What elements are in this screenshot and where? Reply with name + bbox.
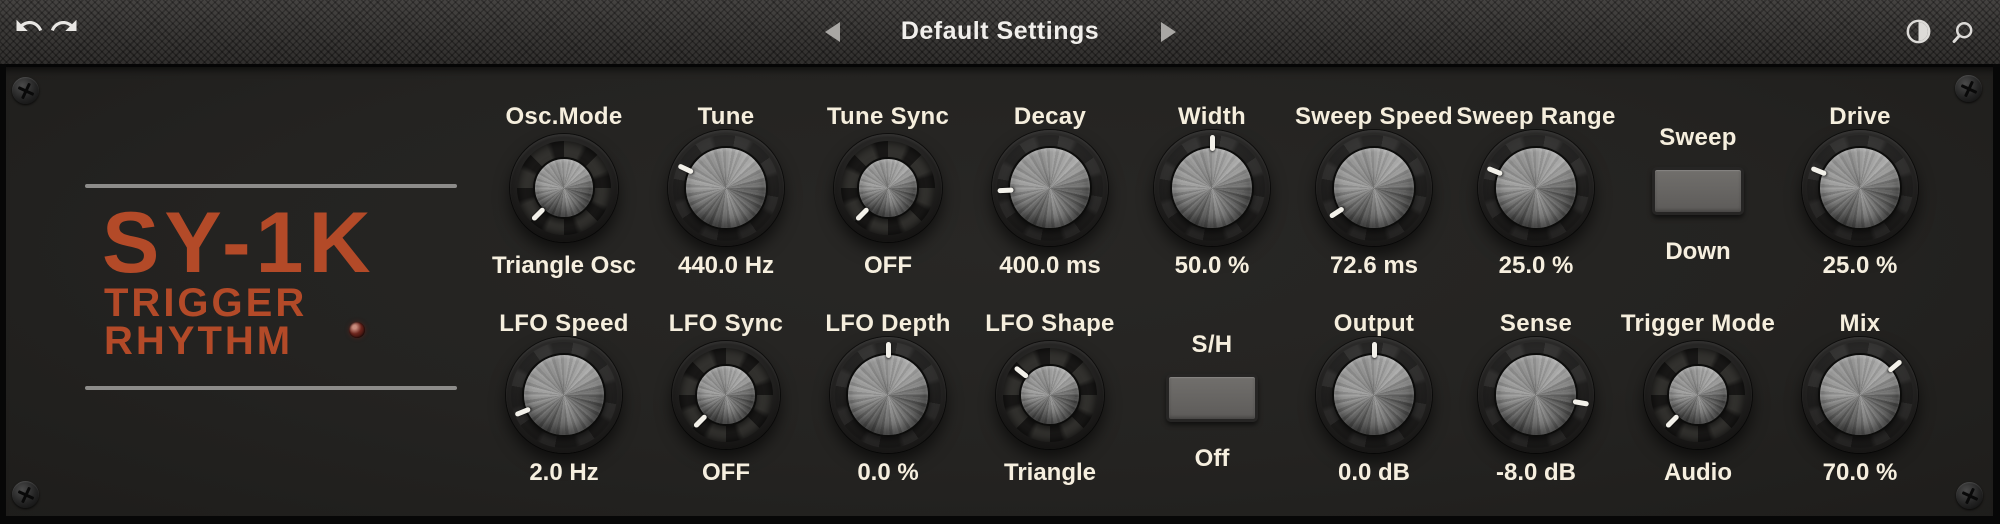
left-triangle-icon	[825, 22, 840, 42]
screw-bottom-right	[1956, 482, 1983, 509]
width-knob[interactable]	[1154, 130, 1270, 246]
osc-mode-knob[interactable]	[510, 134, 618, 242]
contrast-icon	[1905, 18, 1932, 45]
knob-cap	[1170, 146, 1254, 230]
drive-knob[interactable]	[1802, 130, 1918, 246]
drive-label: Drive	[1758, 103, 1962, 131]
knob-pointer	[1372, 342, 1377, 358]
control-tune: Tune 440.0 Hz	[644, 100, 808, 286]
undo-button[interactable]	[13, 10, 45, 42]
control-sweep-speed: Sweep Speed 72.6 ms	[1292, 100, 1456, 286]
redo-button[interactable]	[48, 10, 80, 42]
sweep-button[interactable]	[1652, 167, 1744, 215]
knob-cap	[1008, 146, 1092, 230]
logo-subtitle-line2: RHYTHM	[104, 322, 293, 360]
preset-name[interactable]: Default Settings	[860, 17, 1140, 46]
tune-knob[interactable]	[668, 130, 784, 246]
control-lfo-depth: LFO Depth 0.0 %	[806, 307, 970, 493]
control-lfo-sync: LFO Sync OFF	[644, 307, 808, 493]
tune-sync-knob[interactable]	[834, 134, 942, 242]
screw-top-left	[12, 77, 39, 104]
knob-cap	[1019, 364, 1081, 426]
control-lfo-speed: LFO Speed 2.0 Hz	[482, 307, 646, 493]
control-sweep-range: Sweep Range 25.0 %	[1454, 100, 1618, 286]
next-preset-button[interactable]	[1158, 22, 1178, 42]
knob-cap	[1494, 353, 1578, 437]
control-lfo-shape: LFO Shape Triangle	[968, 307, 1132, 493]
status-led	[349, 322, 365, 338]
decay-knob[interactable]	[992, 130, 1108, 246]
logo-divider-bottom	[85, 386, 457, 390]
control-output: Output 0.0 dB	[1292, 307, 1456, 493]
sweep-speed-knob[interactable]	[1316, 130, 1432, 246]
control-sh: S/H Off	[1130, 307, 1294, 493]
output-knob[interactable]	[1316, 337, 1432, 453]
knob-cap	[522, 353, 606, 437]
knob-cap	[1818, 353, 1902, 437]
lfo-sync-knob[interactable]	[672, 341, 780, 449]
control-sense: Sense -8.0 dB	[1454, 307, 1618, 493]
logo-subtitle-line1: TRIGGER	[104, 284, 307, 322]
prev-preset-button[interactable]	[822, 22, 842, 42]
control-drive: Drive 25.0 %	[1778, 100, 1942, 286]
sweep-range-knob[interactable]	[1478, 130, 1594, 246]
zoom-button[interactable]	[1948, 18, 1976, 46]
control-sweep: Sweep Down	[1616, 100, 1780, 286]
mix-label: Mix	[1758, 310, 1962, 338]
knob-cap	[1332, 353, 1416, 437]
header-bar: Default Settings	[0, 0, 2000, 64]
knob-pointer	[997, 187, 1013, 193]
sense-knob[interactable]	[1478, 337, 1594, 453]
contrast-toggle-button[interactable]	[1904, 17, 1932, 45]
control-width: Width 50.0 %	[1130, 100, 1294, 286]
knob-cap	[846, 353, 930, 437]
knob-cap	[1332, 146, 1416, 230]
logo-title: SY-1K	[102, 200, 376, 286]
knob-pointer	[1210, 135, 1215, 151]
sh-button[interactable]	[1166, 374, 1258, 422]
control-osc-mode: Osc.Mode Triangle Osc	[482, 100, 646, 286]
knob-cap	[684, 146, 768, 230]
mix-knob[interactable]	[1802, 337, 1918, 453]
control-trigger-mode: Trigger Mode Audio	[1616, 307, 1780, 493]
lfo-shape-knob[interactable]	[996, 341, 1104, 449]
screw-bottom-left	[12, 481, 39, 508]
lfo-speed-knob[interactable]	[506, 337, 622, 453]
screw-top-right	[1955, 75, 1982, 102]
lfo-depth-knob[interactable]	[830, 337, 946, 453]
control-mix: Mix 70.0 %	[1778, 307, 1942, 493]
drive-value: 25.0 %	[1764, 252, 1956, 280]
trigger-mode-knob[interactable]	[1644, 341, 1752, 449]
plugin-window: Default Settings SY-1K TRIGGER RHYTHM Os…	[0, 0, 2000, 524]
mix-value: 70.0 %	[1764, 459, 1956, 487]
control-decay: Decay 400.0 ms	[968, 100, 1132, 286]
knob-cap	[1818, 146, 1902, 230]
undo-icon	[14, 11, 44, 41]
knob-cap	[1494, 146, 1578, 230]
redo-icon	[49, 11, 79, 41]
right-triangle-icon	[1161, 22, 1176, 42]
magnifier-icon	[1949, 19, 1976, 46]
knob-pointer	[886, 342, 891, 358]
logo-divider-top	[85, 184, 457, 188]
control-tune-sync: Tune Sync OFF	[806, 100, 970, 286]
